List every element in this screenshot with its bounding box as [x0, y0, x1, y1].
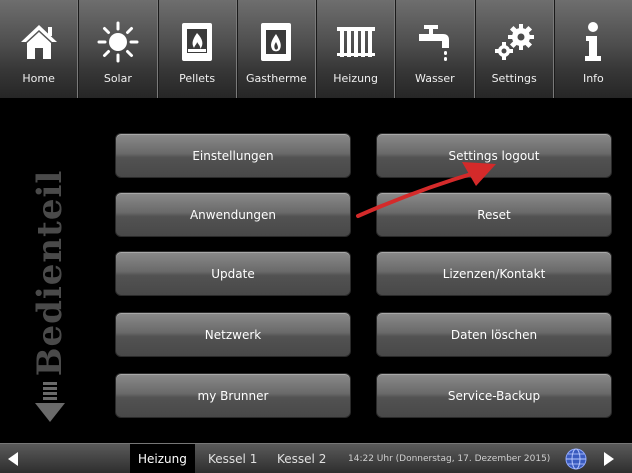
- nav-heizung[interactable]: Heizung: [316, 0, 396, 98]
- nav-info-label: Info: [582, 72, 604, 85]
- radiator-icon: [335, 20, 377, 64]
- top-navigation-bar: Home Solar Pellets Gastherme Heizung Was…: [0, 0, 632, 98]
- nav-pellets-label: Pellets: [179, 72, 216, 85]
- reset-button[interactable]: Reset: [376, 192, 612, 237]
- nav-gastherme[interactable]: Gastherme: [236, 0, 316, 98]
- nav-heizung-label: Heizung: [333, 72, 379, 85]
- nav-settings-label: Settings: [491, 72, 537, 85]
- daten-loeschen-button[interactable]: Daten löschen: [376, 312, 612, 357]
- nav-wasser[interactable]: Wasser: [395, 0, 475, 98]
- settings-logout-button[interactable]: Settings logout: [376, 133, 612, 178]
- lizenzen-kontakt-button[interactable]: Lizenzen/Kontakt: [376, 251, 612, 296]
- previous-arrow-icon[interactable]: [8, 452, 18, 466]
- gears-icon: [491, 20, 537, 64]
- tab-kessel-1[interactable]: Kessel 1: [208, 444, 257, 473]
- nav-wasser-label: Wasser: [415, 72, 455, 85]
- globe-icon[interactable]: [565, 448, 587, 470]
- nav-solar[interactable]: Solar: [78, 0, 158, 98]
- nav-info[interactable]: Info: [553, 0, 632, 98]
- main-panel: Bedienteil Einstellungen Anwendungen Upd…: [0, 98, 632, 443]
- side-title-text: Bedienteil: [30, 169, 70, 377]
- nav-home[interactable]: Home: [0, 0, 79, 98]
- status-datetime: 14:22 Uhr (Donnerstag, 17. Dezember 2015…: [348, 453, 551, 464]
- tab-heizung[interactable]: Heizung: [130, 444, 195, 473]
- home-icon: [19, 20, 59, 64]
- faucet-icon: [415, 20, 455, 64]
- pellet-boiler-icon: [179, 20, 215, 64]
- nav-gastherme-label: Gastherme: [245, 72, 307, 85]
- einstellungen-button[interactable]: Einstellungen: [115, 133, 351, 178]
- nav-pellets[interactable]: Pellets: [157, 0, 237, 98]
- bottom-bar: Heizung Kessel 1 Kessel 2 14:22 Uhr (Don…: [0, 443, 632, 473]
- service-backup-button[interactable]: Service-Backup: [376, 373, 612, 418]
- nav-solar-label: Solar: [103, 72, 132, 85]
- next-arrow-icon[interactable]: [604, 452, 614, 466]
- tab-kessel-2[interactable]: Kessel 2: [277, 444, 326, 473]
- my-brunner-button[interactable]: my Brunner: [115, 373, 351, 418]
- side-title: Bedienteil: [28, 170, 72, 377]
- info-icon: [582, 20, 604, 64]
- scroll-down-icon[interactable]: [35, 380, 65, 424]
- anwendungen-button[interactable]: Anwendungen: [115, 192, 351, 237]
- gas-boiler-icon: [258, 20, 294, 64]
- sun-icon: [97, 20, 139, 64]
- update-button[interactable]: Update: [115, 251, 351, 296]
- nav-home-label: Home: [22, 72, 55, 85]
- netzwerk-button[interactable]: Netzwerk: [115, 312, 351, 357]
- nav-settings[interactable]: Settings: [474, 0, 554, 98]
